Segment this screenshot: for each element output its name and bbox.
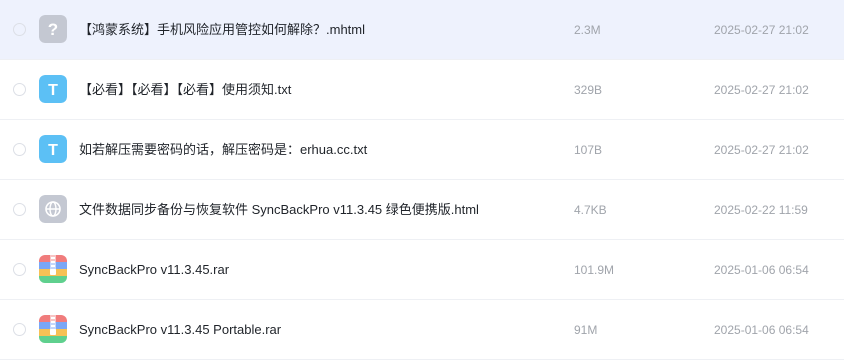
row-checkbox[interactable] bbox=[13, 263, 26, 276]
web-file-icon bbox=[39, 195, 67, 223]
file-date: 2025-01-06 06:54 bbox=[714, 263, 809, 277]
file-date: 2025-02-27 21:02 bbox=[714, 143, 809, 157]
file-size: 329B bbox=[574, 83, 603, 97]
row-checkbox[interactable] bbox=[13, 203, 26, 216]
file-date: 2025-02-22 11:59 bbox=[714, 203, 808, 217]
file-row[interactable]: T 【必看】【必看】【必看】使用须知.txt 329B 2025-02-27 2… bbox=[0, 60, 844, 120]
unknown-file-icon: ? bbox=[39, 15, 67, 43]
row-checkbox[interactable] bbox=[13, 323, 26, 336]
file-date: 2025-02-27 21:02 bbox=[714, 23, 809, 37]
archive-file-icon bbox=[39, 315, 67, 343]
file-row[interactable]: SyncBackPro v11.3.45.rar 101.9M 2025-01-… bbox=[0, 240, 844, 300]
file-size: 107B bbox=[574, 143, 603, 157]
archive-file-icon bbox=[39, 255, 67, 283]
row-checkbox[interactable] bbox=[13, 143, 26, 156]
file-size: 91M bbox=[574, 323, 598, 337]
file-size: 2.3M bbox=[574, 23, 601, 37]
file-date: 2025-02-27 21:02 bbox=[714, 83, 809, 97]
svg-text:?: ? bbox=[48, 20, 58, 39]
file-name[interactable]: 【必看】【必看】【必看】使用须知.txt bbox=[79, 81, 291, 99]
file-size: 4.7KB bbox=[574, 203, 607, 217]
file-row[interactable]: ? 【鸿蒙系统】手机风险应用管控如何解除？.mhtml 2.3M 2025-02… bbox=[0, 0, 844, 60]
file-list: ? 【鸿蒙系统】手机风险应用管控如何解除？.mhtml 2.3M 2025-02… bbox=[0, 0, 844, 360]
row-checkbox[interactable] bbox=[13, 23, 26, 36]
svg-text:T: T bbox=[48, 142, 58, 159]
file-name[interactable]: 文件数据同步备份与恢复软件 SyncBackPro v11.3.45 绿色便携版… bbox=[79, 201, 479, 219]
file-row[interactable]: SyncBackPro v11.3.45 Portable.rar 91M 20… bbox=[0, 300, 844, 360]
row-checkbox[interactable] bbox=[13, 83, 26, 96]
svg-text:T: T bbox=[48, 82, 58, 99]
file-date: 2025-01-06 06:54 bbox=[714, 323, 809, 337]
file-row[interactable]: 文件数据同步备份与恢复软件 SyncBackPro v11.3.45 绿色便携版… bbox=[0, 180, 844, 240]
file-row[interactable]: T 如若解压需要密码的话，解压密码是：erhua.cc.txt 107B 202… bbox=[0, 120, 844, 180]
file-name[interactable]: 【鸿蒙系统】手机风险应用管控如何解除？.mhtml bbox=[79, 21, 365, 39]
text-file-icon: T bbox=[39, 75, 67, 103]
file-name[interactable]: SyncBackPro v11.3.45.rar bbox=[79, 261, 229, 279]
text-file-icon: T bbox=[39, 135, 67, 163]
file-name[interactable]: SyncBackPro v11.3.45 Portable.rar bbox=[79, 321, 281, 339]
file-size: 101.9M bbox=[574, 263, 615, 277]
file-name[interactable]: 如若解压需要密码的话，解压密码是：erhua.cc.txt bbox=[79, 141, 367, 159]
